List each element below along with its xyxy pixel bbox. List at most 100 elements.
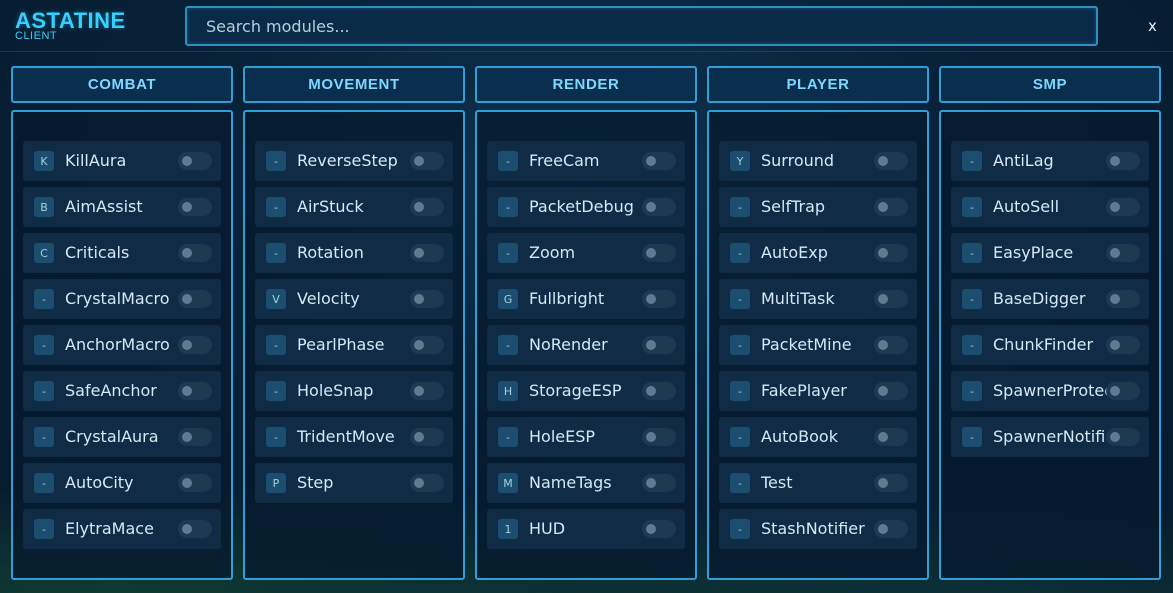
module-toggle[interactable]: [410, 428, 444, 446]
keybind-badge[interactable]: -: [498, 427, 518, 447]
keybind-badge[interactable]: -: [266, 381, 286, 401]
keybind-badge[interactable]: -: [730, 289, 750, 309]
module-toggle[interactable]: [1106, 244, 1140, 262]
module-row[interactable]: - AutoCity: [23, 463, 221, 503]
module-toggle[interactable]: [874, 428, 908, 446]
module-row[interactable]: - ElytraMace: [23, 509, 221, 549]
module-toggle[interactable]: [1106, 152, 1140, 170]
module-row[interactable]: 1 HUD: [487, 509, 685, 549]
keybind-badge[interactable]: -: [34, 335, 54, 355]
module-toggle[interactable]: [1106, 198, 1140, 216]
module-row[interactable]: - SelfTrap: [719, 187, 917, 227]
keybind-badge[interactable]: Y: [730, 151, 750, 171]
keybind-badge[interactable]: -: [266, 151, 286, 171]
module-row[interactable]: - AnchorMacro: [23, 325, 221, 365]
keybind-badge[interactable]: -: [266, 243, 286, 263]
keybind-badge[interactable]: -: [962, 381, 982, 401]
keybind-badge[interactable]: -: [34, 473, 54, 493]
keybind-badge[interactable]: -: [730, 427, 750, 447]
module-toggle[interactable]: [410, 152, 444, 170]
module-row[interactable]: - FreeCam: [487, 141, 685, 181]
search-input[interactable]: [187, 8, 1096, 44]
module-row[interactable]: - PacketDebug: [487, 187, 685, 227]
keybind-badge[interactable]: -: [730, 335, 750, 355]
module-row[interactable]: - AirStuck: [255, 187, 453, 227]
category-header[interactable]: MOVEMENT: [243, 66, 465, 103]
keybind-badge[interactable]: B: [34, 197, 54, 217]
module-toggle[interactable]: [410, 474, 444, 492]
module-toggle[interactable]: [1106, 428, 1140, 446]
module-toggle[interactable]: [642, 290, 676, 308]
module-row[interactable]: Y Surround: [719, 141, 917, 181]
module-toggle[interactable]: [178, 520, 212, 538]
keybind-badge[interactable]: -: [962, 151, 982, 171]
module-toggle[interactable]: [874, 198, 908, 216]
module-row[interactable]: - Zoom: [487, 233, 685, 273]
module-row[interactable]: G Fullbright: [487, 279, 685, 319]
module-row[interactable]: - SafeAnchor: [23, 371, 221, 411]
keybind-badge[interactable]: V: [266, 289, 286, 309]
search-box[interactable]: [185, 6, 1098, 46]
module-row[interactable]: - EasyPlace: [951, 233, 1149, 273]
module-row[interactable]: - SpawnerProtect: [951, 371, 1149, 411]
module-row[interactable]: - Test: [719, 463, 917, 503]
module-toggle[interactable]: [1106, 382, 1140, 400]
module-toggle[interactable]: [874, 336, 908, 354]
module-toggle[interactable]: [874, 474, 908, 492]
module-row[interactable]: - MultiTask: [719, 279, 917, 319]
module-toggle[interactable]: [874, 244, 908, 262]
module-toggle[interactable]: [642, 428, 676, 446]
module-toggle[interactable]: [178, 244, 212, 262]
module-row[interactable]: K KillAura: [23, 141, 221, 181]
keybind-badge[interactable]: M: [498, 473, 518, 493]
keybind-badge[interactable]: 1: [498, 519, 518, 539]
module-row[interactable]: - Rotation: [255, 233, 453, 273]
module-row[interactable]: - HoleSnap: [255, 371, 453, 411]
module-toggle[interactable]: [178, 474, 212, 492]
module-toggle[interactable]: [642, 336, 676, 354]
module-row[interactable]: - AutoSell: [951, 187, 1149, 227]
module-row[interactable]: V Velocity: [255, 279, 453, 319]
keybind-badge[interactable]: -: [962, 335, 982, 355]
module-row[interactable]: - ReverseStep: [255, 141, 453, 181]
keybind-badge[interactable]: -: [266, 197, 286, 217]
module-row[interactable]: - CrystalAura: [23, 417, 221, 457]
module-toggle[interactable]: [642, 152, 676, 170]
keybind-badge[interactable]: -: [34, 427, 54, 447]
keybind-badge[interactable]: -: [730, 243, 750, 263]
module-toggle[interactable]: [178, 198, 212, 216]
close-icon[interactable]: x: [1148, 18, 1157, 34]
module-row[interactable]: - AutoExp: [719, 233, 917, 273]
keybind-badge[interactable]: -: [498, 197, 518, 217]
module-row[interactable]: - AntiLag: [951, 141, 1149, 181]
module-toggle[interactable]: [178, 152, 212, 170]
category-header[interactable]: PLAYER: [707, 66, 929, 103]
module-row[interactable]: - HoleESP: [487, 417, 685, 457]
keybind-badge[interactable]: C: [34, 243, 54, 263]
module-toggle[interactable]: [874, 382, 908, 400]
module-row[interactable]: - AutoBook: [719, 417, 917, 457]
module-toggle[interactable]: [874, 152, 908, 170]
module-row[interactable]: B AimAssist: [23, 187, 221, 227]
module-toggle[interactable]: [642, 474, 676, 492]
keybind-badge[interactable]: P: [266, 473, 286, 493]
module-toggle[interactable]: [642, 520, 676, 538]
module-toggle[interactable]: [410, 198, 444, 216]
keybind-badge[interactable]: -: [34, 289, 54, 309]
module-row[interactable]: - BaseDigger: [951, 279, 1149, 319]
module-row[interactable]: - PacketMine: [719, 325, 917, 365]
module-toggle[interactable]: [410, 244, 444, 262]
module-toggle[interactable]: [1106, 336, 1140, 354]
module-toggle[interactable]: [178, 336, 212, 354]
keybind-badge[interactable]: -: [962, 197, 982, 217]
module-row[interactable]: - FakePlayer: [719, 371, 917, 411]
module-toggle[interactable]: [178, 428, 212, 446]
module-row[interactable]: - TridentMove: [255, 417, 453, 457]
module-row[interactable]: H StorageESP: [487, 371, 685, 411]
module-toggle[interactable]: [410, 336, 444, 354]
category-header[interactable]: COMBAT: [11, 66, 233, 103]
keybind-badge[interactable]: -: [730, 519, 750, 539]
keybind-badge[interactable]: -: [34, 381, 54, 401]
keybind-badge[interactable]: -: [498, 335, 518, 355]
keybind-badge[interactable]: -: [962, 427, 982, 447]
